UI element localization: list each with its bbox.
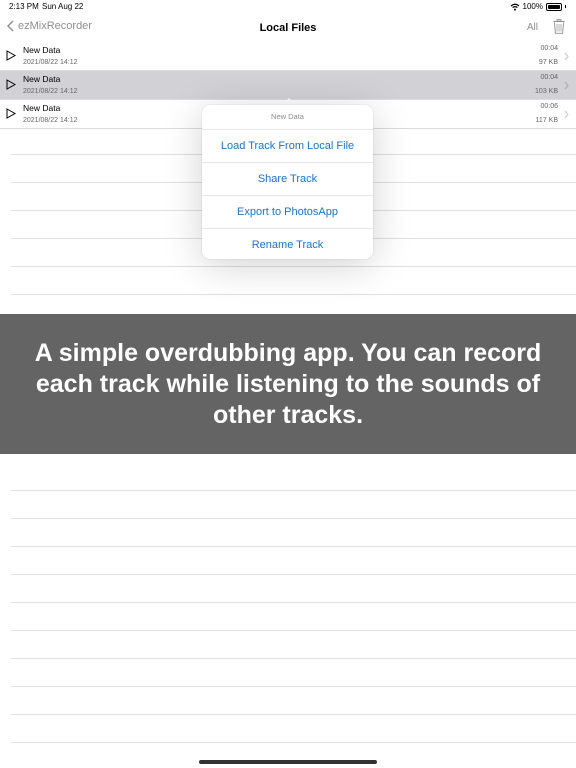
file-duration: 00:04 (540, 74, 558, 81)
export-photos-button[interactable]: Export to PhotosApp (202, 196, 373, 229)
battery-percent: 100% (522, 2, 543, 11)
promo-caption: A simple overdubbing app. You can record… (34, 338, 542, 429)
wifi-icon (510, 3, 519, 11)
navigation-bar: ezMixRecorder Local Files All (0, 14, 576, 42)
file-date: 2021/08/22 14:12 (23, 117, 78, 124)
trash-icon (553, 19, 565, 34)
empty-row (11, 631, 576, 659)
chevron-right-icon (564, 52, 569, 61)
popover-title: New Data (202, 105, 373, 130)
file-duration: 00:04 (540, 45, 558, 52)
action-popover: New Data Load Track From Local File Shar… (202, 105, 373, 259)
empty-list-rows-lower (11, 463, 576, 743)
empty-row (11, 575, 576, 603)
trash-button[interactable] (553, 19, 565, 39)
chevron-right-icon (564, 81, 569, 90)
file-size: 97 KB (538, 59, 558, 66)
battery-icon (546, 2, 562, 11)
file-row[interactable]: New Data 2021/08/22 14:12 00:04 97 KB (0, 42, 576, 71)
file-date: 2021/08/22 14:12 (23, 88, 78, 95)
status-date: Sun Aug 22 (42, 2, 84, 11)
file-size: 117 KB (535, 117, 558, 124)
all-button[interactable]: All (527, 22, 538, 33)
play-icon[interactable] (6, 108, 16, 119)
load-track-button[interactable]: Load Track From Local File (202, 130, 373, 163)
file-name: New Data (23, 74, 61, 84)
page-title: Local Files (259, 22, 317, 34)
status-right: 100% (510, 2, 566, 11)
share-track-button[interactable]: Share Track (202, 163, 373, 196)
file-name: New Data (23, 103, 61, 113)
empty-row (11, 267, 576, 295)
status-bar: 2:13 PM Sun Aug 22 100% (0, 0, 576, 14)
home-indicator[interactable] (199, 760, 377, 764)
empty-row (11, 463, 576, 491)
play-icon[interactable] (6, 79, 16, 90)
file-size: 103 KB (535, 88, 558, 95)
empty-row (11, 491, 576, 519)
file-date: 2021/08/22 14:12 (23, 59, 78, 66)
status-time: 2:13 PM (9, 2, 39, 11)
file-duration: 00:06 (540, 103, 558, 110)
battery-cap (565, 5, 566, 8)
empty-row (11, 519, 576, 547)
play-icon[interactable] (6, 50, 16, 61)
empty-row (11, 547, 576, 575)
file-row[interactable]: New Data 2021/08/22 14:12 00:04 103 KB (0, 71, 576, 100)
empty-row (11, 687, 576, 715)
file-name: New Data (23, 45, 61, 55)
promo-banner: A simple overdubbing app. You can record… (0, 314, 576, 454)
empty-row (11, 603, 576, 631)
empty-row (11, 659, 576, 687)
rename-track-button[interactable]: Rename Track (202, 229, 373, 261)
chevron-right-icon (564, 110, 569, 119)
empty-row (11, 715, 576, 743)
